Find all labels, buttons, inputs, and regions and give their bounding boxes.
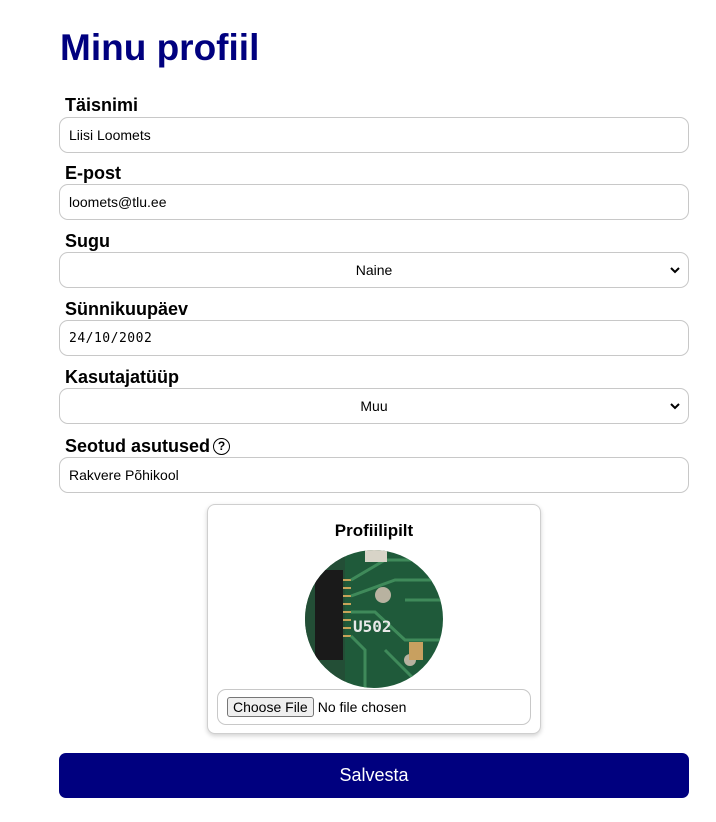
fullname-label: Täisnimi bbox=[65, 95, 139, 115]
birthdate-input[interactable]: 24/10/2002 bbox=[59, 320, 689, 356]
avatar-image: U502 bbox=[305, 550, 443, 688]
email-label: E-post bbox=[65, 163, 121, 183]
birthdate-label: Sünnikuupäev bbox=[65, 299, 189, 319]
file-input[interactable]: Choose File No file chosen bbox=[217, 689, 531, 725]
avatar: U502 bbox=[305, 550, 443, 688]
institutions-label: Seotud asutused ? bbox=[65, 435, 231, 457]
file-status: No file chosen bbox=[317, 699, 407, 715]
gender-select[interactable]: Naine bbox=[59, 252, 689, 288]
chip-label: U502 bbox=[353, 617, 392, 636]
email-value: loomets@tlu.ee bbox=[69, 194, 167, 210]
profile-picture-title: Profiilipilt bbox=[334, 521, 414, 540]
save-button[interactable]: Salvesta bbox=[59, 753, 689, 798]
fullname-input[interactable]: Liisi Loomets bbox=[59, 117, 689, 153]
help-icon[interactable]: ? bbox=[213, 437, 231, 455]
institutions-label-text: Seotud asutused bbox=[65, 436, 211, 456]
chevron-down-icon bbox=[670, 403, 680, 410]
page-title: Minu profiil bbox=[60, 27, 260, 68]
email-input[interactable]: loomets@tlu.ee bbox=[59, 184, 689, 220]
institutions-value: Rakvere Põhikool bbox=[69, 467, 179, 483]
user-type-value: Muu bbox=[360, 398, 388, 414]
chevron-down-icon bbox=[670, 267, 680, 274]
profile-picture-card: Profiilipilt U502 Choose File No file ch… bbox=[207, 504, 541, 734]
choose-file-button[interactable]: Choose File bbox=[227, 697, 314, 717]
user-type-label: Kasutajatüüp bbox=[65, 367, 180, 387]
gender-value: Naine bbox=[355, 262, 393, 278]
birthdate-value: 24/10/2002 bbox=[69, 330, 153, 346]
gender-label: Sugu bbox=[65, 231, 110, 251]
institutions-input[interactable]: Rakvere Põhikool bbox=[59, 457, 689, 493]
fullname-value: Liisi Loomets bbox=[69, 127, 151, 143]
user-type-select[interactable]: Muu bbox=[59, 388, 689, 424]
